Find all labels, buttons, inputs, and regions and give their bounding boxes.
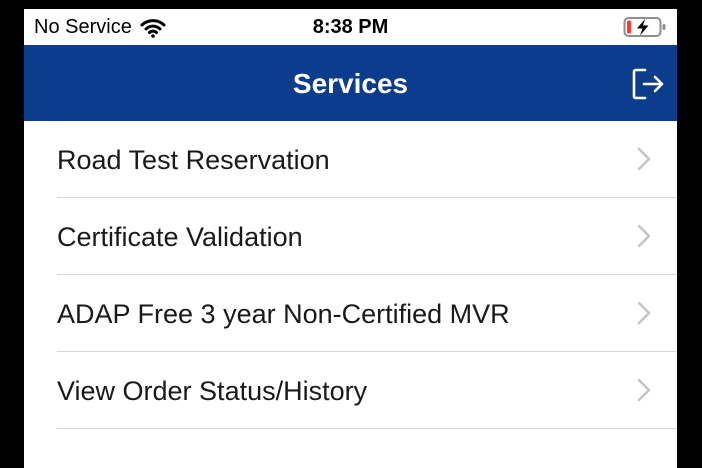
logout-button[interactable] [629,65,667,103]
battery-charging-icon [623,17,666,37]
list-item-label: ADAP Free 3 year Non-Certified MVR [57,299,510,329]
service-adap-free-mvr[interactable]: ADAP Free 3 year Non-Certified MVR [24,275,677,352]
chevron-right-icon [637,224,651,248]
chevron-right-icon [637,378,651,402]
list-item-label: Certificate Validation [57,222,303,252]
service-certificate-validation[interactable]: Certificate Validation [24,198,677,275]
page-title: Services [292,68,409,99]
status-time: 8:38 PM [312,16,389,38]
app-screen: No Service 8:38 PM Services Road Test Re… [24,9,677,468]
chevron-right-icon [637,301,651,325]
service-view-order-status[interactable]: View Order Status/History [24,352,677,429]
list-item-label: View Order Status/History [57,376,368,406]
services-list: Road Test Reservation Certificate Valida… [24,121,677,429]
navigation-bar: Services [24,45,677,121]
status-bar: No Service 8:38 PM [24,9,677,45]
service-road-test-reservation[interactable]: Road Test Reservation [24,121,677,198]
list-item-label: Road Test Reservation [57,145,330,175]
chevron-right-icon [637,147,651,171]
